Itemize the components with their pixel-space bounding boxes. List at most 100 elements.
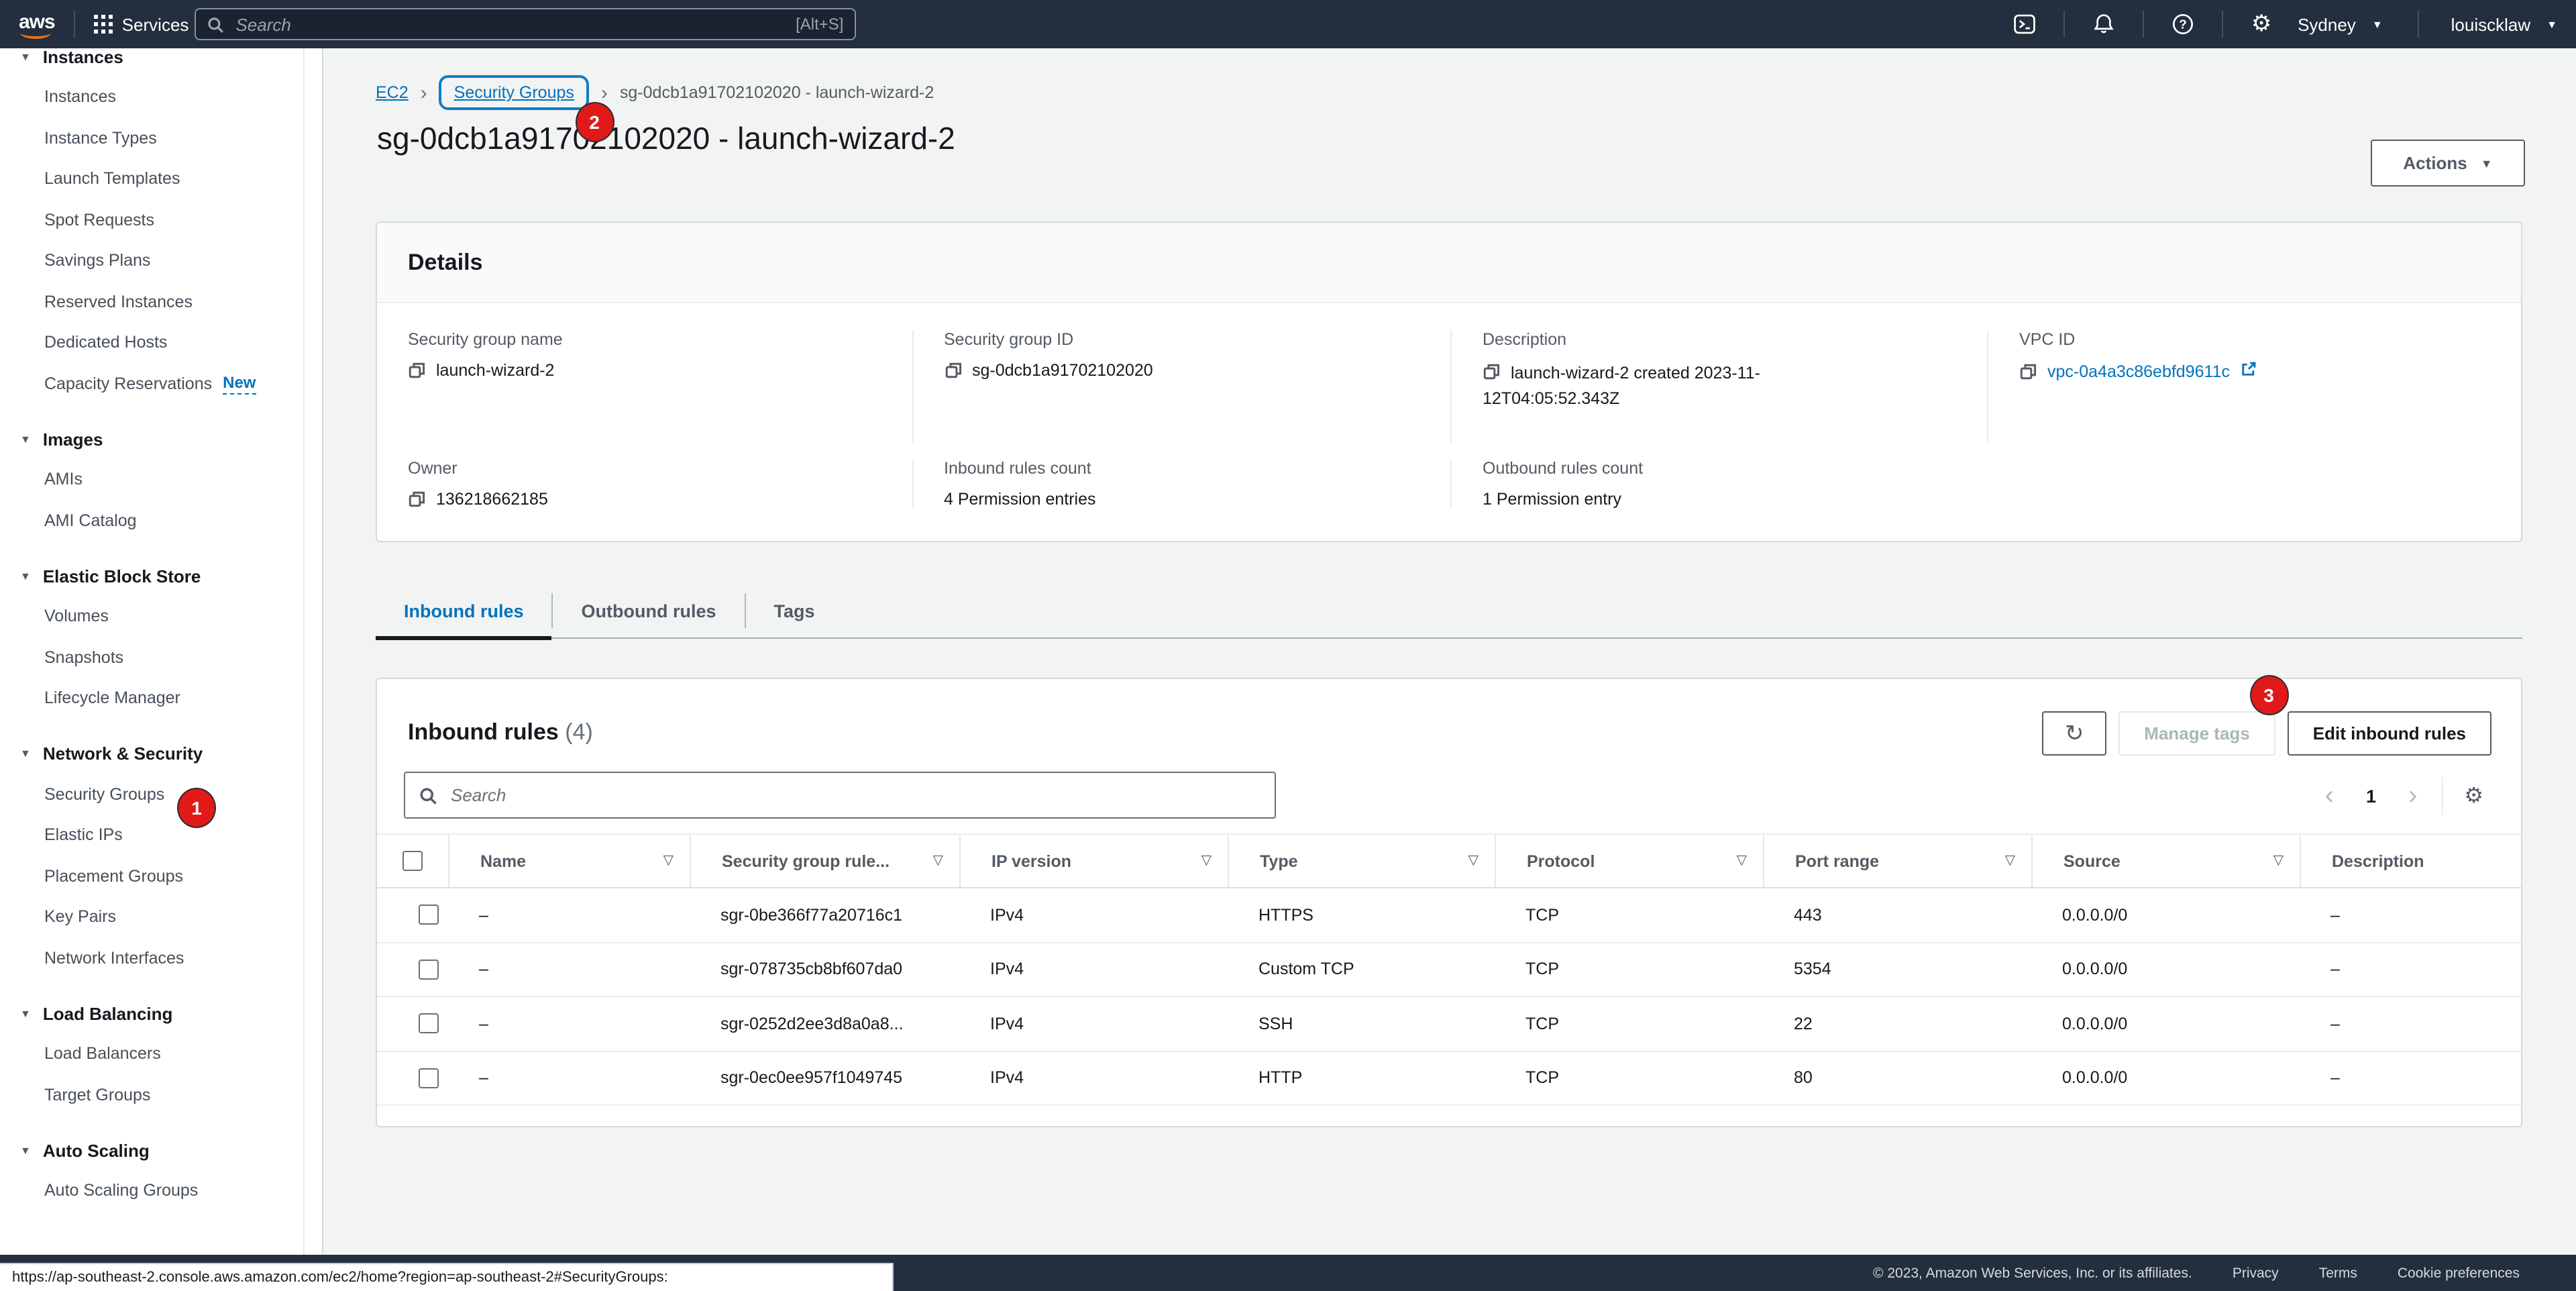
sidebar-item-capacity-reservations[interactable]: Capacity Reservations New [0,363,322,404]
copy-icon[interactable] [1483,362,1500,381]
row-checkbox[interactable] [418,960,438,980]
table-settings-gear-icon[interactable]: ⚙ [2451,782,2497,809]
sidebar-item-placement-groups[interactable]: Placement Groups [0,856,322,896]
sidebar-item-spot-requests[interactable]: Spot Requests [0,199,322,240]
main-content: EC2 › Security Groups › sg-0dcb1a9170210… [322,48,2576,1255]
copyright-text: © 2023, Amazon Web Services, Inc. or its… [1873,1265,2192,1281]
copy-icon[interactable] [944,361,961,380]
grid-icon [94,15,113,34]
filter-icon[interactable]: ▽ [1737,854,1747,868]
column-header-port-range[interactable]: Port range▽ [1763,835,2031,887]
sidebar-item-elastic-ips[interactable]: Elastic IPs [0,815,322,856]
rules-search-input[interactable] [448,784,1261,807]
services-menu-button[interactable]: Services [94,14,189,34]
sidebar-section-network-security[interactable]: ▼ Network & Security [0,733,322,774]
sidebar-item-load-balancers[interactable]: Load Balancers [0,1033,322,1074]
sidebar-section-images[interactable]: ▼ Images [0,419,322,459]
vpc-link[interactable]: vpc-0a4a3c86ebfd9611c [2047,362,2230,380]
page-number[interactable]: 1 [2350,786,2392,806]
sidebar-item-lifecycle-manager[interactable]: Lifecycle Manager [0,678,322,719]
copy-icon[interactable] [2019,362,2037,380]
sidebar-section-elastic-block-store[interactable]: ▼ Elastic Block Store [0,556,322,596]
aws-logo[interactable]: aws [19,10,55,38]
cloudshell-icon[interactable] [2004,12,2044,36]
sidebar-item-auto-scaling-groups[interactable]: Auto Scaling Groups [0,1170,322,1211]
chevron-down-icon: ▼ [2372,18,2383,30]
sidebar-section-load-balancing[interactable]: ▼ Load Balancing [0,993,322,1033]
filter-icon[interactable]: ▽ [933,854,943,868]
sidebar-section-instances[interactable]: ▼ Instances [0,48,322,76]
search-icon [206,15,223,33]
sidebar-item-snapshots[interactable]: Snapshots [0,637,322,678]
sidebar-item-security-groups[interactable]: Security Groups [0,774,322,815]
breadcrumb-focus-ring: Security Groups [439,75,589,110]
tab-tags[interactable]: Tags [746,584,843,637]
ec2-sidebar-navigation: ▼ Instances Instances Instance Types Lau… [0,48,323,1255]
region-selector[interactable]: Sydney ▼ [2298,14,2383,34]
external-link-icon[interactable] [2241,361,2257,381]
filter-icon[interactable]: ▽ [2273,854,2284,868]
table-row[interactable]: – sgr-0be366f77a20716c1 IPv4 HTTPS TCP 4… [377,888,2521,943]
account-label: louiscklaw [2451,14,2531,34]
table-row[interactable]: – sgr-078735cb8bf607da0 IPv4 Custom TCP … [377,943,2521,997]
tab-inbound-rules[interactable]: Inbound rules [376,584,552,637]
column-header-rule-id[interactable]: Security group rule...▽ [690,835,959,887]
sidebar-item-savings-plans[interactable]: Savings Plans [0,240,322,281]
breadcrumb-current: sg-0dcb1a91702102020 - launch-wizard-2 [620,83,934,102]
account-menu[interactable]: louiscklaw ▼ [2451,14,2557,34]
table-row[interactable]: – sgr-0252d2ee3d8a0a8... IPv4 SSH TCP 22… [377,997,2521,1051]
global-search-box[interactable]: [Alt+S] [194,8,855,40]
chevron-down-icon: ▼ [20,1007,31,1019]
filter-icon[interactable]: ▽ [663,854,674,868]
field-security-group-name: Security group name launch-wizard-2 [377,330,912,443]
tab-outbound-rules[interactable]: Outbound rules [553,584,745,637]
privacy-link[interactable]: Privacy [2233,1265,2279,1281]
row-checkbox[interactable] [418,1068,438,1088]
settings-gear-icon[interactable]: ⚙ [2241,11,2282,38]
sidebar-item-reserved-instances[interactable]: Reserved Instances [0,281,322,322]
sidebar-item-key-pairs[interactable]: Key Pairs [0,896,322,937]
cookie-preferences-link[interactable]: Cookie preferences [2398,1265,2520,1281]
sidebar-item-amis[interactable]: AMIs [0,459,322,500]
rules-search-box[interactable] [404,772,1276,819]
refresh-button[interactable]: ↻ [2042,711,2106,756]
row-checkbox[interactable] [418,905,438,925]
column-header-protocol[interactable]: Protocol▽ [1495,835,1763,887]
previous-page-icon[interactable]: ‹ [2309,782,2350,809]
table-row[interactable]: – sgr-0ec0ee957f1049745 IPv4 HTTP TCP 80… [377,1051,2521,1106]
divider [2142,11,2143,38]
column-header-ip-version[interactable]: IP version▽ [959,835,1228,887]
filter-icon[interactable]: ▽ [1468,854,1479,868]
sidebar-item-volumes[interactable]: Volumes [0,596,322,637]
filter-icon[interactable]: ▽ [1201,854,1212,868]
sidebar-item-launch-templates[interactable]: Launch Templates [0,158,322,199]
column-header-source[interactable]: Source▽ [2031,835,2300,887]
sidebar-item-ami-catalog[interactable]: AMI Catalog [0,500,322,541]
terms-link[interactable]: Terms [2319,1265,2357,1281]
select-all-checkbox[interactable] [402,851,423,871]
table-header: Name▽ Security group rule...▽ IP version… [377,833,2521,888]
notifications-bell-icon[interactable] [2083,12,2123,36]
sidebar-section-auto-scaling[interactable]: ▼ Auto Scaling [0,1130,322,1170]
next-page-icon[interactable]: › [2392,782,2433,809]
breadcrumb: EC2 › Security Groups › sg-0dcb1a9170210… [376,72,934,113]
sidebar-item-instance-types[interactable]: Instance Types [0,117,322,158]
breadcrumb-link-security-groups[interactable]: Security Groups [454,83,574,102]
filter-icon[interactable]: ▽ [2005,854,2015,868]
sidebar-item-dedicated-hosts[interactable]: Dedicated Hosts [0,322,322,363]
row-checkbox[interactable] [418,1014,438,1034]
sidebar-item-instances[interactable]: Instances [0,76,322,117]
breadcrumb-link-ec2[interactable]: EC2 [376,83,409,102]
sidebar-item-target-groups[interactable]: Target Groups [0,1074,322,1115]
manage-tags-button[interactable]: Manage tags [2118,711,2275,756]
search-input[interactable] [233,13,786,36]
sidebar-item-network-interfaces[interactable]: Network Interfaces [0,937,322,978]
copy-icon[interactable] [408,490,425,509]
column-header-name[interactable]: Name▽ [448,835,690,887]
help-icon[interactable]: ? [2162,12,2202,36]
column-header-description[interactable]: Description [2300,835,2521,887]
copy-icon[interactable] [408,361,425,380]
column-header-type[interactable]: Type▽ [1228,835,1495,887]
edit-inbound-rules-button[interactable]: Edit inbound rules [2288,711,2491,756]
actions-button[interactable]: Actions ▼ [2371,140,2525,187]
